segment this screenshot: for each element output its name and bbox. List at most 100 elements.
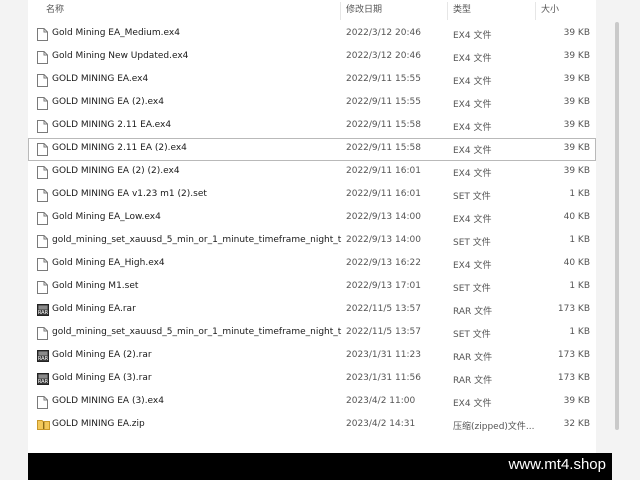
- column-header-size[interactable]: 大小: [541, 0, 559, 22]
- file-row[interactable]: GOLD MINING EA v1.23 m1 (2).set 2022/9/11…: [28, 184, 596, 207]
- file-row[interactable]: GOLD MINING EA (3).ex4 2023/4/2 11:00 EX4 …: [28, 391, 596, 414]
- file-row[interactable]: GOLD MINING EA (2).ex4 2022/9/11 15:55 EX4…: [28, 92, 596, 115]
- file-type: EX4 文件: [453, 54, 492, 64]
- file-type: EX4 文件: [453, 215, 492, 225]
- file-size: 1 KB: [569, 189, 590, 199]
- column-header-type[interactable]: 类型: [453, 0, 471, 22]
- file-type: SET 文件: [453, 284, 491, 294]
- file-modified-date: 2022/9/11 16:01: [346, 189, 421, 199]
- watermark-banner: www.mt4.shop: [28, 453, 612, 480]
- file-row[interactable]: Gold Mining EA_Low.ex4 2022/9/13 14:00 EX4…: [28, 207, 596, 230]
- rar-icon: RAR: [37, 350, 49, 363]
- file-size: 40 KB: [563, 212, 590, 222]
- file-name: GOLD MINING EA (2).ex4: [52, 97, 164, 107]
- file-modified-date: 2022/3/12 20:46: [346, 51, 421, 61]
- file-size: 1 KB: [569, 281, 590, 291]
- file-size: 173 KB: [557, 304, 590, 314]
- file-row[interactable]: RAR Gold Mining EA.rar 2022/11/5 13:57 RAR …: [28, 299, 596, 322]
- file-row[interactable]: gold_mining_set_xauusd_5_min_or_1_minute…: [28, 322, 596, 345]
- file-type: EX4 文件: [453, 146, 492, 156]
- file-row[interactable]: Gold Mining EA_High.ex4 2022/9/13 16:22 EX…: [28, 253, 596, 276]
- file-name: gold_mining_set_xauusd_5_min_or_1_minute…: [52, 235, 342, 245]
- file-row[interactable]: GOLD MINING 2.11 EA (2).ex4 2022/9/11 15:…: [28, 138, 596, 161]
- column-header-name[interactable]: 名称: [46, 0, 64, 22]
- file-type: RAR 文件: [453, 307, 493, 317]
- file-modified-date: 2022/9/11 15:58: [346, 143, 421, 153]
- file-row[interactable]: GOLD MINING 2.11 EA.ex4 2022/9/11 15:58 EX…: [28, 115, 596, 138]
- file-row[interactable]: GOLD MINING EA.ex4 2022/9/11 15:55 EX4 文件 3…: [28, 69, 596, 92]
- file-size: 1 KB: [569, 327, 590, 337]
- file-name: GOLD MINING EA v1.23 m1 (2).set: [52, 189, 207, 199]
- file-icon: [37, 327, 48, 340]
- file-name: Gold Mining EA (3).rar: [52, 373, 152, 383]
- file-explorer-window: 名称 修改日期 ^ 类型 大小 Gold Mining EA_Medium.ex…: [28, 0, 619, 453]
- file-type: EX4 文件: [453, 123, 492, 133]
- file-size: 39 KB: [563, 28, 590, 38]
- file-type: RAR 文件: [453, 376, 493, 386]
- file-icon: [37, 28, 48, 41]
- file-size: 39 KB: [563, 51, 590, 61]
- rar-icon: RAR: [37, 304, 49, 317]
- file-row[interactable]: Gold Mining New Updated.ex4 2022/3/12 20:…: [28, 46, 596, 69]
- file-size: 173 KB: [557, 373, 590, 383]
- file-type: SET 文件: [453, 330, 491, 340]
- file-size: 40 KB: [563, 258, 590, 268]
- file-type: EX4 文件: [453, 77, 492, 87]
- file-name: Gold Mining M1.set: [52, 281, 139, 291]
- file-modified-date: 2022/9/11 15:55: [346, 74, 421, 84]
- file-type: EX4 文件: [453, 31, 492, 41]
- file-row[interactable]: RAR Gold Mining EA (3).rar 2023/1/31 11:56…: [28, 368, 596, 391]
- file-type: SET 文件: [453, 238, 491, 248]
- file-name: Gold Mining EA (2).rar: [52, 350, 152, 360]
- file-icon: [37, 97, 48, 110]
- file-row[interactable]: GOLD MINING EA.zip 2023/4/2 14:31 压缩(zippe…: [28, 414, 596, 437]
- svg-text:RAR: RAR: [38, 310, 49, 316]
- file-type: EX4 文件: [453, 399, 492, 409]
- file-name: GOLD MINING EA.ex4: [52, 74, 149, 84]
- rar-icon: RAR: [37, 373, 49, 386]
- file-size: 39 KB: [563, 143, 590, 153]
- file-row[interactable]: Gold Mining EA_Medium.ex4 2022/3/12 20:46…: [28, 23, 596, 46]
- file-type: EX4 文件: [453, 261, 492, 271]
- file-name: Gold Mining EA_High.ex4: [52, 258, 165, 268]
- svg-text:RAR: RAR: [38, 379, 49, 385]
- file-row[interactable]: RAR Gold Mining EA (2).rar 2023/1/31 11:23…: [28, 345, 596, 368]
- column-header-modified[interactable]: 修改日期: [346, 0, 382, 22]
- file-modified-date: 2023/4/2 11:00: [346, 396, 416, 406]
- column-divider[interactable]: [447, 2, 448, 20]
- column-divider[interactable]: [535, 2, 536, 20]
- file-modified-date: 2023/1/31 11:56: [346, 373, 421, 383]
- sort-ascending-icon: ^: [393, 0, 401, 7]
- file-type: EX4 文件: [453, 100, 492, 110]
- file-name: GOLD MINING EA (3).ex4: [52, 396, 164, 406]
- file-icon: [37, 166, 48, 179]
- file-name: GOLD MINING EA (2) (2).ex4: [52, 166, 180, 176]
- file-name: GOLD MINING 2.11 EA.ex4: [52, 120, 172, 130]
- column-divider[interactable]: [340, 2, 341, 20]
- file-size: 39 KB: [563, 166, 590, 176]
- file-modified-date: 2023/4/2 14:31: [346, 419, 416, 429]
- file-modified-date: 2022/9/13 14:00: [346, 235, 421, 245]
- file-type: SET 文件: [453, 192, 491, 202]
- vertical-scrollbar[interactable]: [615, 22, 619, 430]
- file-name: Gold Mining EA_Medium.ex4: [52, 28, 180, 38]
- file-row[interactable]: GOLD MINING EA (2) (2).ex4 2022/9/11 16:0…: [28, 161, 596, 184]
- file-modified-date: 2022/9/11 15:55: [346, 97, 421, 107]
- file-modified-date: 2022/9/13 14:00: [346, 212, 421, 222]
- file-name: Gold Mining EA_Low.ex4: [52, 212, 161, 222]
- file-row[interactable]: Gold Mining M1.set 2022/9/13 17:01 SET 文件 1…: [28, 276, 596, 299]
- file-modified-date: 2022/9/13 16:22: [346, 258, 421, 268]
- file-modified-date: 2022/11/5 13:57: [346, 304, 421, 314]
- file-type: EX4 文件: [453, 169, 492, 179]
- file-name: Gold Mining EA.rar: [52, 304, 136, 314]
- watermark-text: www.mt4.shop: [508, 456, 606, 473]
- file-size: 39 KB: [563, 396, 590, 406]
- file-modified-date: 2022/3/12 20:46: [346, 28, 421, 38]
- file-icon: [37, 74, 48, 87]
- file-list: Gold Mining EA_Medium.ex4 2022/3/12 20:46…: [28, 23, 596, 437]
- file-icon: [37, 258, 48, 271]
- file-name: gold_mining_set_xauusd_5_min_or_1_minute…: [52, 327, 342, 337]
- file-modified-date: 2022/9/13 17:01: [346, 281, 421, 291]
- file-row[interactable]: gold_mining_set_xauusd_5_min_or_1_minute…: [28, 230, 596, 253]
- file-size: 1 KB: [569, 235, 590, 245]
